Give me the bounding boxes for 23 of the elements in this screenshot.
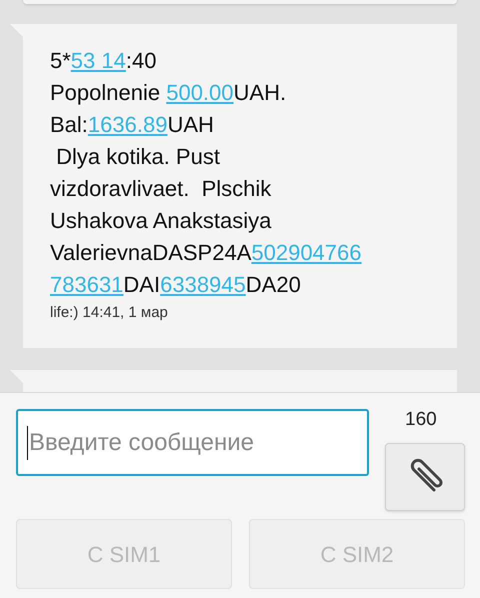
message-text: Dlya kotika. Pust <box>55 144 220 169</box>
message-text: DA20 <box>246 272 301 297</box>
message-text: vizdoravlivaet. Plschik <box>50 176 272 201</box>
character-counter: 160 <box>405 408 437 432</box>
attach-button[interactable] <box>385 443 465 511</box>
message-link[interactable]: 500.00 <box>166 80 234 105</box>
message-link[interactable]: 6338945 <box>160 272 246 297</box>
message-text: 5* <box>50 48 71 73</box>
message-link[interactable]: 1636.89 <box>88 112 168 137</box>
message-text: DAI <box>123 272 160 297</box>
message-text: Popolnenie <box>50 80 162 105</box>
text-cursor <box>27 426 28 460</box>
message-link[interactable]: 502904766 <box>251 240 362 265</box>
message-meta: life:) 14:41, 1 мар <box>50 303 168 323</box>
message-text: UAH. <box>234 80 286 105</box>
message-text: ValerievnaDASP24A <box>50 240 252 265</box>
message-link[interactable]: 783631 <box>50 272 124 297</box>
message-text: Ushakova Anakstasiya <box>50 208 272 233</box>
message-text: UAH <box>167 112 214 137</box>
message-text: :40 <box>126 48 156 73</box>
message-link[interactable]: 53 14 <box>70 48 126 73</box>
message-input[interactable]: Введите сообщение <box>16 409 369 476</box>
message-text: Bal: <box>50 112 88 137</box>
